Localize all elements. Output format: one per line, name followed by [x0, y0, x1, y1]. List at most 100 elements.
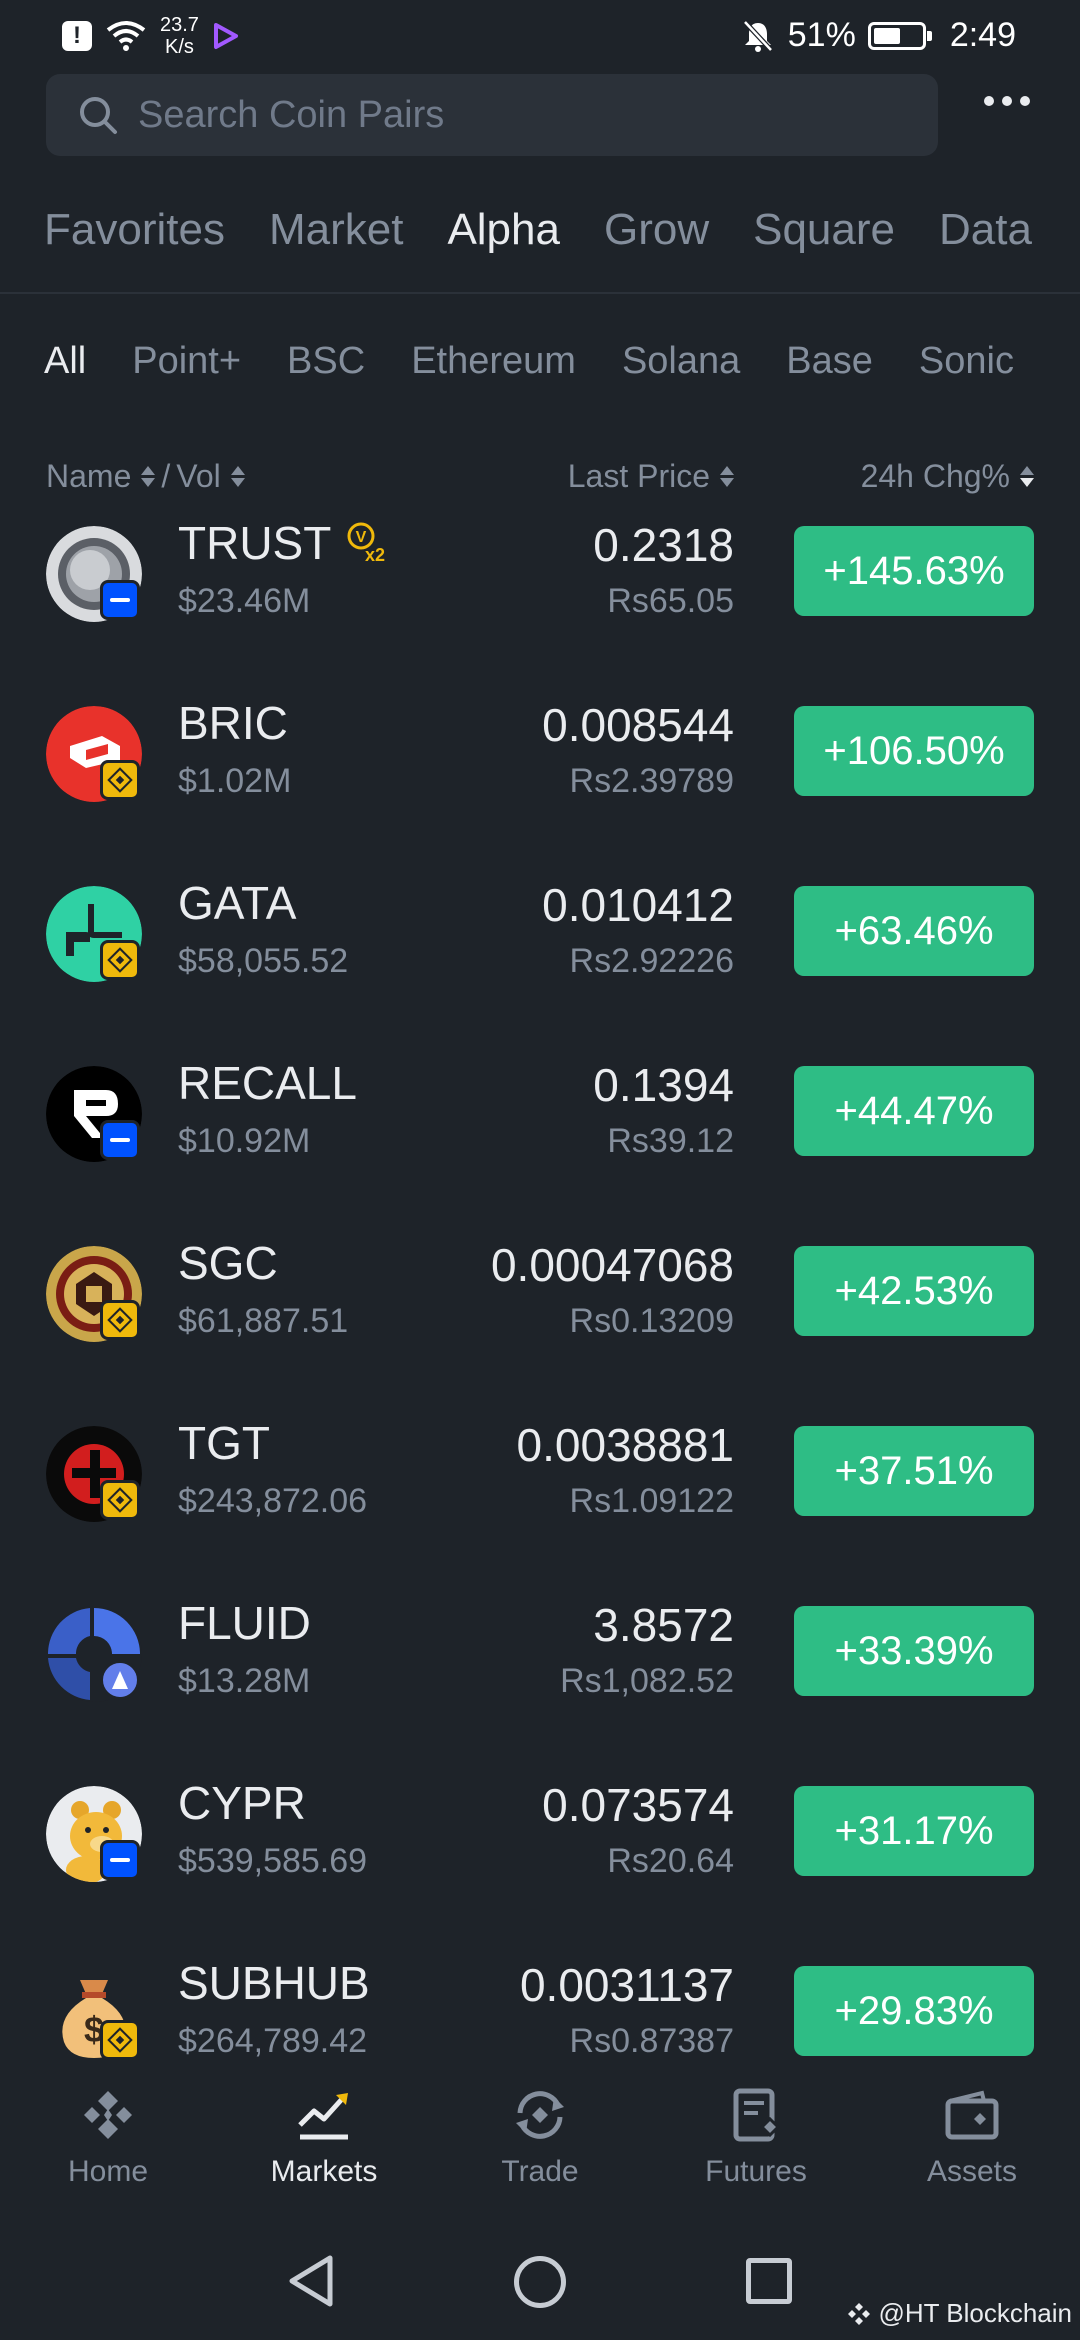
sort-icon [230, 466, 245, 487]
trade-icon [516, 2091, 564, 2139]
nav-trade[interactable]: Trade [432, 2085, 648, 2215]
battery-percent: 51% [787, 16, 856, 54]
tab-market[interactable]: Market [269, 205, 403, 265]
coin-fiat-price: Rs2.39789 [569, 762, 734, 800]
binance-watermark-icon [848, 2302, 871, 2325]
coin-price: 0.008544 [542, 699, 734, 751]
search-icon [80, 97, 117, 134]
coin-price: 3.8572 [593, 1599, 734, 1651]
status-bar: ! 23.7 K/s 51% 2:49 [0, 0, 1080, 72]
search-input[interactable] [138, 93, 898, 137]
back-icon[interactable] [286, 2254, 336, 2308]
coin-fiat-price: Rs1,082.52 [560, 1662, 734, 1700]
subtab-point-plus[interactable]: Point+ [132, 340, 241, 383]
coin-volume: $10.92M [178, 1122, 311, 1160]
bsc-icon [100, 940, 140, 980]
main-tabs: Favorites Market Alpha Grow Square Data [44, 205, 1080, 265]
bsc-icon [100, 1300, 140, 1340]
search-bar[interactable] [46, 74, 938, 156]
coin-list: TRUST V x2 $23.46M 0.2318 Rs65.05 +145.6… [0, 516, 1080, 2076]
play-icon [213, 23, 238, 49]
tab-grow[interactable]: Grow [604, 205, 709, 265]
base-icon [100, 1840, 140, 1880]
sort-icon [720, 466, 734, 487]
ethereum-icon [100, 1660, 140, 1700]
boost-icon: V x2 [347, 522, 385, 565]
bsc-icon [100, 1480, 140, 1520]
nav-futures[interactable]: Futures [648, 2085, 864, 2215]
change-badge[interactable]: +29.83% [794, 1966, 1034, 2056]
coin-fiat-price: Rs65.05 [607, 582, 734, 620]
bsc-icon [100, 2020, 140, 2060]
coin-volume: $1.02M [178, 762, 292, 800]
column-header-name-vol: Name / Vol [46, 458, 245, 495]
coin-symbol: RECALL [178, 1057, 357, 1109]
tab-alpha[interactable]: Alpha [447, 205, 560, 265]
subtab-all[interactable]: All [44, 340, 86, 383]
change-badge[interactable]: +44.47% [794, 1066, 1034, 1156]
coin-volume: $539,585.69 [178, 1842, 368, 1880]
base-icon [100, 1120, 140, 1160]
watermark: @HT Blockchain [846, 2298, 1072, 2329]
subtab-bsc[interactable]: BSC [287, 340, 365, 383]
column-header-last-price[interactable]: Last Price [568, 458, 734, 495]
coin-price: 0.0031137 [519, 1959, 734, 2011]
coin-symbol: GATA [178, 877, 297, 929]
coin-row-bric[interactable]: BRIC $1.02M 0.008544 Rs2.39789 +106.50% [0, 696, 1080, 876]
subtab-solana[interactable]: Solana [622, 340, 740, 383]
tab-data[interactable]: Data [939, 205, 1032, 265]
coin-symbol: FLUID [178, 1597, 311, 1649]
change-badge[interactable]: +145.63% [794, 526, 1034, 616]
coin-row-gata[interactable]: GATA $58,055.52 0.010412 Rs2.92226 +63.4… [0, 876, 1080, 1056]
sort-by-vol[interactable]: Vol [176, 458, 220, 495]
more-options-icon[interactable] [984, 96, 1030, 106]
coin-row-trust[interactable]: TRUST V x2 $23.46M 0.2318 Rs65.05 +145.6… [0, 516, 1080, 696]
sort-icon [141, 466, 156, 487]
nav-home[interactable]: Home [0, 2085, 216, 2215]
subtab-ethereum[interactable]: Ethereum [411, 340, 576, 383]
coin-row-fluid[interactable]: FLUID $13.28M 3.8572 Rs1,082.52 +33.39% [0, 1596, 1080, 1776]
wifi-icon [106, 21, 146, 51]
change-badge[interactable]: +31.17% [794, 1786, 1034, 1876]
change-badge[interactable]: +106.50% [794, 706, 1034, 796]
coin-price: 0.073574 [542, 1779, 734, 1831]
column-header-24h-change[interactable]: 24h Chg% [861, 458, 1034, 495]
alert-icon: ! [62, 21, 92, 51]
coin-row-recall[interactable]: RECALL $10.92M 0.1394 Rs39.12 +44.47% [0, 1056, 1080, 1236]
change-badge[interactable]: +37.51% [794, 1426, 1034, 1516]
subtab-sonic[interactable]: Sonic [919, 340, 1014, 383]
clock: 2:49 [949, 16, 1016, 54]
coin-symbol: TRUST [178, 517, 332, 569]
coin-symbol: SGC [178, 1237, 278, 1289]
change-badge[interactable]: +42.53% [794, 1246, 1034, 1336]
battery-icon [867, 21, 932, 50]
tab-favorites[interactable]: Favorites [44, 205, 225, 265]
change-badge[interactable]: +33.39% [794, 1606, 1034, 1696]
coin-row-cypr[interactable]: CYPR $539,585.69 0.073574 Rs20.64 +31.17… [0, 1776, 1080, 1956]
home-circle-icon[interactable] [514, 2256, 566, 2308]
coin-volume: $23.46M [178, 582, 311, 620]
bell-muted-icon [742, 19, 773, 52]
assets-icon [945, 2090, 999, 2140]
recents-icon[interactable] [746, 2258, 792, 2304]
coin-fiat-price: Rs0.13209 [569, 1302, 734, 1340]
sort-by-name[interactable]: Name [46, 458, 131, 495]
coin-fiat-price: Rs0.87387 [569, 2022, 734, 2060]
svg-text:V: V [356, 529, 367, 546]
change-badge[interactable]: +63.46% [794, 886, 1034, 976]
coin-volume: $58,055.52 [178, 942, 349, 980]
svg-text:x2: x2 [365, 545, 385, 565]
nav-markets[interactable]: Markets [216, 2085, 432, 2215]
tab-square[interactable]: Square [753, 205, 895, 265]
coin-symbol: CYPR [178, 1777, 306, 1829]
nav-assets[interactable]: Assets [864, 2085, 1080, 2215]
coin-row-tgt[interactable]: TGT $243,872.06 0.0038881 Rs1.09122 +37.… [0, 1416, 1080, 1596]
coin-symbol: TGT [178, 1417, 270, 1469]
bottom-nav: Home Markets Trade Futures Assets [0, 2085, 1080, 2215]
coin-row-subhub[interactable]: $ SUBHUB $264,789.42 0.0031137 Rs0.87387… [0, 1956, 1080, 2076]
coin-price: 0.00047068 [490, 1239, 734, 1291]
coin-row-sgc[interactable]: SGC $61,887.51 0.00047068 Rs0.13209 +42.… [0, 1236, 1080, 1416]
subtab-base[interactable]: Base [786, 340, 873, 383]
coin-volume: $264,789.42 [178, 2022, 368, 2060]
coin-volume: $61,887.51 [178, 1302, 349, 1340]
